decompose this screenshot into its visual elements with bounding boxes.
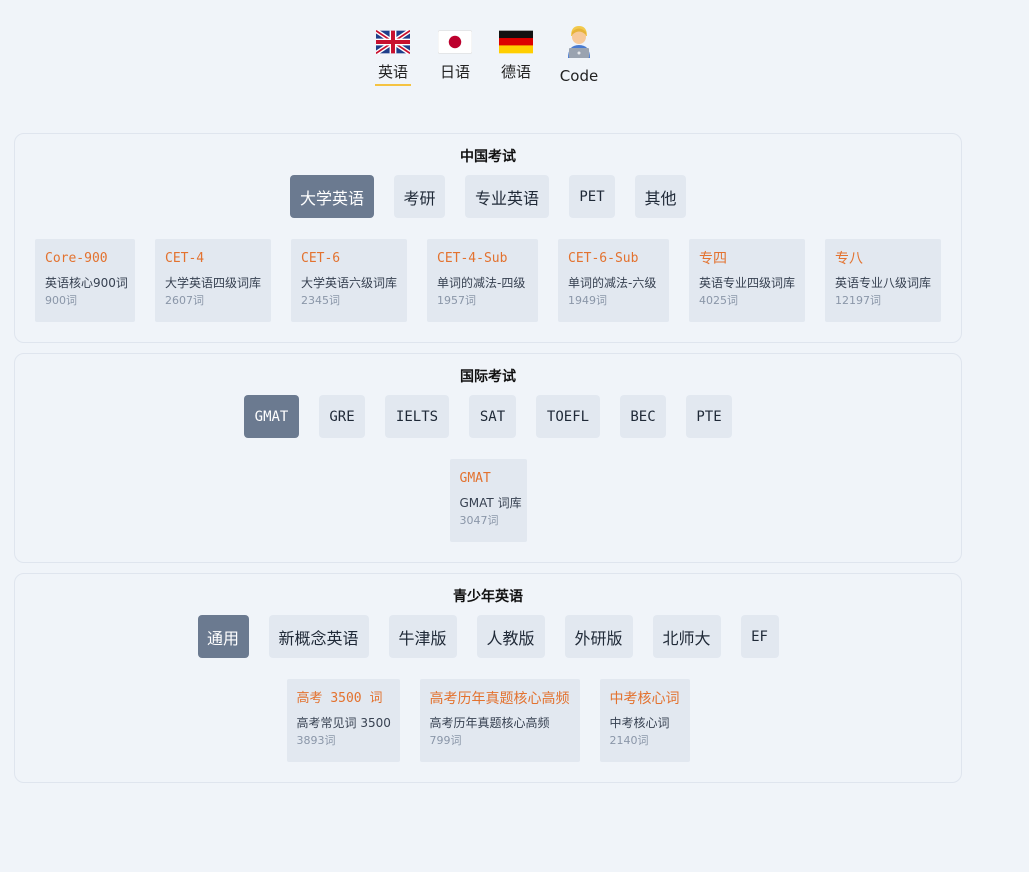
wordbook-count: 2607词 <box>165 294 204 307</box>
wordbook-card[interactable]: CET-6 大学英语六级词库 2345词 <box>291 239 407 322</box>
wordbook-list: 高考 3500 词 高考常见词 3500 3893词 高考历年真题核心高频 高考… <box>15 679 961 762</box>
section-china-exams: 中国考试 大学英语 考研 专业英语 PET 其他 Core-900 英语核心90… <box>14 133 962 343</box>
wordbook-count: 799词 <box>429 734 462 747</box>
wordbook-desc: 大学英语四级词库 <box>165 276 262 290</box>
section-title: 青少年英语 <box>453 589 523 605</box>
wordbook-card[interactable]: 专八 英语专业八级词库 12197词 <box>825 239 941 322</box>
wordbook-desc: 单词的减法-四级 <box>437 276 526 290</box>
wordbook-name: CET-6 <box>301 251 341 266</box>
wordbook-desc: GMAT 词库 <box>459 496 522 510</box>
wordbook-card[interactable]: 专四 英语专业四级词库 4025词 <box>689 239 805 322</box>
technologist-icon <box>568 26 590 58</box>
tab-general[interactable]: 通用 <box>197 615 249 658</box>
section-youth-english: 青少年英语 通用 新概念英语 牛津版 人教版 外研版 北师大 EF 高考 350… <box>14 573 962 783</box>
tab-pep[interactable]: 人教版 <box>476 615 545 658</box>
wordbook-desc: 英语专业四级词库 <box>699 276 796 290</box>
tab-oxford[interactable]: 牛津版 <box>388 615 457 658</box>
wordbook-count: 1957词 <box>437 294 476 307</box>
tab-bec[interactable]: BEC <box>620 395 666 438</box>
tab-sat[interactable]: SAT <box>469 395 516 438</box>
lang-code[interactable]: Code <box>549 26 609 84</box>
wordbook-name: Core-900 <box>45 251 108 266</box>
tab-fltrp[interactable]: 外研版 <box>564 615 633 658</box>
wordbook-card[interactable]: 高考历年真题核心高频 高考历年真题核心高频 799词 <box>419 679 580 762</box>
wordbook-name: 高考历年真题核心高频 <box>429 691 570 707</box>
wordbook-name: 专八 <box>835 251 863 267</box>
wordbook-count: 4025词 <box>699 294 738 307</box>
wordbook-list: Core-900 英语核心900词 900词 CET-4 大学英语四级词库 26… <box>15 239 961 322</box>
wordbook-card[interactable]: CET-4 大学英语四级词库 2607词 <box>155 239 271 322</box>
section-international-exams: 国际考试 GMAT GRE IELTS SAT TOEFL BEC PTE GM… <box>14 353 962 563</box>
tab-pte[interactable]: PTE <box>686 395 732 438</box>
wordbook-name: CET-4 <box>165 251 205 266</box>
uk-flag-icon <box>376 30 410 54</box>
lang-japanese[interactable]: 日语 <box>425 26 485 80</box>
wordbook-desc: 高考历年真题核心高频 <box>429 716 550 730</box>
tab-gre[interactable]: GRE <box>319 395 365 438</box>
tab-gmat[interactable]: GMAT <box>244 395 299 438</box>
tab-ielts[interactable]: IELTS <box>385 395 449 438</box>
wordbook-count: 3047词 <box>459 514 499 527</box>
wordbook-count: 3893词 <box>296 734 336 747</box>
tab-other[interactable]: 其他 <box>635 175 686 218</box>
wordbook-desc: 英语专业八级词库 <box>835 276 932 290</box>
wordbook-card[interactable]: 高考 3500 词 高考常见词 3500 3893词 <box>286 679 400 762</box>
wordbook-name: GMAT <box>459 471 491 486</box>
section-title: 中国考试 <box>460 149 516 165</box>
wordbook-desc: 高考常见词 3500 <box>296 716 391 730</box>
wordbook-name: 中考核心词 <box>609 691 680 707</box>
lang-english[interactable]: 英语 <box>363 26 423 86</box>
wordbook-desc: 英语核心900词 <box>45 276 128 290</box>
wordbook-card[interactable]: CET-6-Sub 单词的减法-六级 1949词 <box>558 239 669 322</box>
wordbook-count: 2345词 <box>301 294 340 307</box>
tab-college-english[interactable]: 大学英语 <box>290 175 374 218</box>
wordbook-card[interactable]: GMAT GMAT 词库 3047词 <box>449 459 527 542</box>
wordbook-name: 高考 3500 词 <box>296 691 383 706</box>
wordbook-card[interactable]: Core-900 英语核心900词 900词 <box>35 239 135 322</box>
lang-label: 日语 <box>439 63 470 81</box>
germany-flag-icon <box>499 30 533 54</box>
wordbook-count: 900词 <box>45 294 77 307</box>
wordbook-desc: 大学英语六级词库 <box>301 276 398 290</box>
lang-german[interactable]: 德语 <box>486 26 546 80</box>
wordbook-desc: 中考核心词 <box>609 716 670 730</box>
tab-kaoyan[interactable]: 考研 <box>394 175 445 218</box>
wordbook-card[interactable]: CET-4-Sub 单词的减法-四级 1957词 <box>427 239 538 322</box>
tab-major-english[interactable]: 专业英语 <box>465 175 549 218</box>
section-title: 国际考试 <box>460 369 516 385</box>
japan-flag-icon <box>438 30 472 54</box>
wordbook-count: 1949词 <box>568 294 607 307</box>
tab-new-concept[interactable]: 新概念英语 <box>268 615 369 658</box>
wordbook-desc: 单词的减法-六级 <box>568 276 657 290</box>
lang-label: 英语 <box>375 64 411 86</box>
category-tabs: GMAT GRE IELTS SAT TOEFL BEC PTE <box>15 395 961 438</box>
category-tabs: 通用 新概念英语 牛津版 人教版 外研版 北师大 EF <box>15 615 961 658</box>
lang-label: 德语 <box>500 63 531 81</box>
tab-toefl[interactable]: TOEFL <box>536 395 600 438</box>
lang-label: Code <box>559 67 599 85</box>
wordbook-name: 专四 <box>699 251 727 267</box>
wordbook-count: 2140词 <box>609 734 649 747</box>
wordbook-name: CET-6-Sub <box>568 251 639 266</box>
tab-bnu[interactable]: 北师大 <box>652 615 721 658</box>
wordbook-card[interactable]: 中考核心词 中考核心词 2140词 <box>599 679 690 762</box>
wordbook-count: 12197词 <box>835 294 881 307</box>
category-tabs: 大学英语 考研 专业英语 PET 其他 <box>15 175 961 218</box>
tab-ef[interactable]: EF <box>740 615 779 658</box>
wordbook-name: CET-4-Sub <box>437 251 508 266</box>
tab-pet[interactable]: PET <box>569 175 615 218</box>
wordbook-list: GMAT GMAT 词库 3047词 <box>15 459 961 542</box>
